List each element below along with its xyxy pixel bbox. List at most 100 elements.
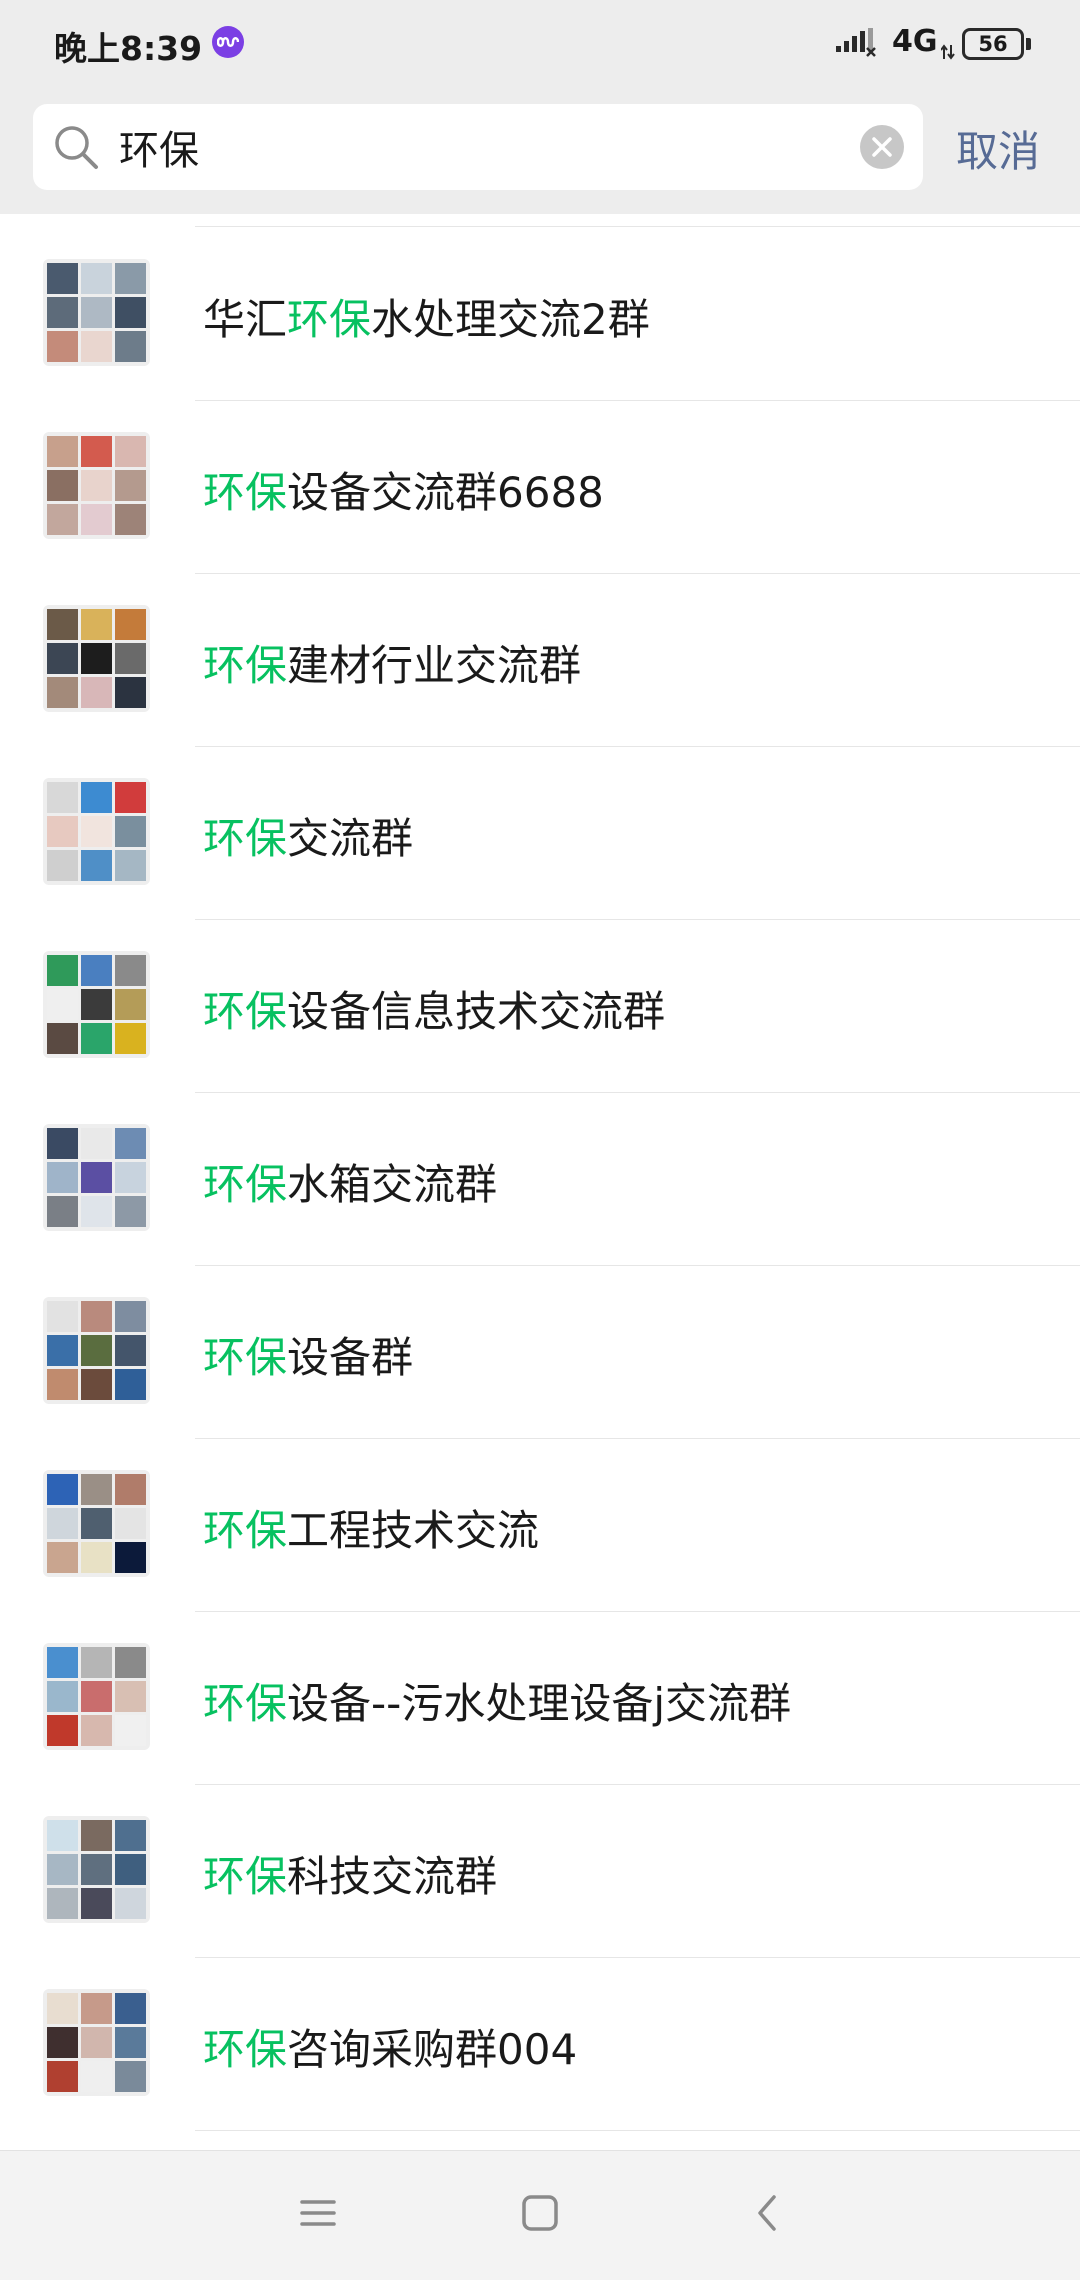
infinity-app-icon bbox=[212, 26, 244, 58]
avatar-tile bbox=[81, 1508, 112, 1539]
group-avatar bbox=[43, 259, 150, 366]
avatar-tile bbox=[115, 1196, 146, 1227]
avatar-tile bbox=[115, 677, 146, 708]
avatar-tile bbox=[115, 2061, 146, 2092]
avatar-tile bbox=[47, 1128, 78, 1159]
avatar-tile bbox=[115, 989, 146, 1020]
group-name-highlight: 环保 bbox=[203, 468, 288, 517]
home-square-icon[interactable] bbox=[520, 2193, 560, 2233]
clear-search-button[interactable] bbox=[860, 125, 904, 169]
group-result-row[interactable]: 环保设备群 bbox=[0, 1252, 1080, 1439]
group-result-row[interactable]: 环保建材行业交流群 bbox=[0, 560, 1080, 747]
avatar-tile bbox=[47, 436, 78, 467]
back-chevron-icon[interactable] bbox=[748, 2193, 788, 2233]
avatar-tile bbox=[81, 782, 112, 813]
avatar-tile bbox=[47, 504, 78, 535]
avatar-tile bbox=[81, 1162, 112, 1193]
avatar-tile bbox=[115, 1888, 146, 1919]
group-name: 环保建材行业交流群 bbox=[203, 632, 581, 693]
group-name-suffix: 水箱交流群 bbox=[287, 1160, 498, 1209]
group-result-row[interactable]: 环保水箱交流群 bbox=[0, 1079, 1080, 1266]
group-result-row[interactable]: 环保交流群 bbox=[0, 733, 1080, 920]
avatar-tile bbox=[81, 989, 112, 1020]
group-avatar bbox=[43, 951, 150, 1058]
group-result-row[interactable]: 环保工程技术交流 bbox=[0, 1425, 1080, 1612]
avatar-tile bbox=[115, 1854, 146, 1885]
group-result-row[interactable]: 环保设备交流群6688 bbox=[0, 387, 1080, 574]
avatar-tile bbox=[47, 955, 78, 986]
avatar-tile bbox=[115, 1542, 146, 1573]
group-name: 环保工程技术交流 bbox=[203, 1497, 539, 1558]
group-name: 环保科技交流群 bbox=[203, 1843, 497, 1904]
avatar-tile bbox=[115, 1335, 146, 1366]
avatar-tile bbox=[81, 1196, 112, 1227]
menu-icon[interactable] bbox=[298, 2193, 338, 2233]
avatar-tile bbox=[81, 331, 112, 362]
avatar-tile bbox=[115, 1023, 146, 1054]
avatar-tile bbox=[47, 1162, 78, 1193]
group-avatar bbox=[43, 605, 150, 712]
avatar-tile bbox=[115, 1162, 146, 1193]
avatar-tile bbox=[47, 1542, 78, 1573]
search-box[interactable] bbox=[33, 104, 923, 190]
avatar-tile bbox=[81, 816, 112, 847]
group-name: 环保设备交流群6688 bbox=[203, 459, 604, 520]
avatar-tile bbox=[47, 816, 78, 847]
avatar-tile bbox=[115, 1128, 146, 1159]
avatar-tile bbox=[81, 1335, 112, 1366]
group-name-suffix: 建材行业交流群 bbox=[287, 641, 582, 690]
group-name-highlight: 环保 bbox=[203, 1160, 288, 1209]
avatar-tile bbox=[115, 504, 146, 535]
avatar-tile bbox=[115, 782, 146, 813]
cancel-button[interactable]: 取消 bbox=[956, 118, 1040, 179]
avatar-tile bbox=[115, 1681, 146, 1712]
group-avatar bbox=[43, 1643, 150, 1750]
avatar-tile bbox=[115, 609, 146, 640]
group-name-suffix: 科技交流群 bbox=[287, 1852, 498, 1901]
search-input[interactable] bbox=[119, 104, 819, 190]
avatar-tile bbox=[81, 297, 112, 328]
group-name-suffix: 水处理交流2群 bbox=[371, 295, 650, 344]
avatar-tile bbox=[81, 1993, 112, 2024]
avatar-tile bbox=[47, 1647, 78, 1678]
group-name-highlight: 环保 bbox=[203, 2025, 288, 2074]
group-name: 环保水箱交流群 bbox=[203, 1151, 497, 1212]
group-name-suffix: 设备交流群6688 bbox=[287, 468, 604, 517]
avatar-tile bbox=[47, 989, 78, 1020]
avatar-tile bbox=[81, 955, 112, 986]
avatar-tile bbox=[81, 436, 112, 467]
avatar-tile bbox=[115, 850, 146, 881]
avatar-tile bbox=[115, 816, 146, 847]
avatar-tile bbox=[115, 436, 146, 467]
group-name-highlight: 环保 bbox=[203, 987, 288, 1036]
group-result-row[interactable]: 环保科技交流群 bbox=[0, 1771, 1080, 1958]
group-name-highlight: 环保 bbox=[203, 641, 288, 690]
avatar-tile bbox=[115, 1474, 146, 1505]
avatar-tile bbox=[115, 643, 146, 674]
avatar-tile bbox=[81, 1854, 112, 1885]
avatar-tile bbox=[47, 609, 78, 640]
group-name-highlight: 环保 bbox=[287, 295, 372, 344]
network-arrows-icon bbox=[941, 44, 955, 60]
group-avatar bbox=[43, 1297, 150, 1404]
group-result-row[interactable]: 环保设备--污水处理设备j交流群 bbox=[0, 1598, 1080, 1785]
search-icon bbox=[55, 126, 98, 169]
battery-cap bbox=[1026, 38, 1031, 50]
group-result-row[interactable]: 环保咨询采购群004 bbox=[0, 1944, 1080, 2131]
group-name-suffix: 设备--污水处理设备j交流群 bbox=[287, 1679, 791, 1728]
group-avatar bbox=[43, 1989, 150, 2096]
group-name-highlight: 环保 bbox=[203, 1852, 288, 1901]
avatar-tile bbox=[81, 504, 112, 535]
avatar-tile bbox=[47, 677, 78, 708]
avatar-tile bbox=[47, 1023, 78, 1054]
clear-icon bbox=[872, 137, 892, 157]
avatar-tile bbox=[47, 331, 78, 362]
group-result-row[interactable]: 环保设备信息技术交流群 bbox=[0, 906, 1080, 1093]
avatar-tile bbox=[47, 1196, 78, 1227]
battery-icon: 56 bbox=[962, 28, 1024, 60]
group-name: 环保设备--污水处理设备j交流群 bbox=[203, 1670, 791, 1731]
avatar-tile bbox=[81, 609, 112, 640]
group-name: 环保设备信息技术交流群 bbox=[203, 978, 665, 1039]
avatar-tile bbox=[81, 2061, 112, 2092]
group-result-row[interactable]: 华汇环保水处理交流2群 bbox=[0, 214, 1080, 401]
